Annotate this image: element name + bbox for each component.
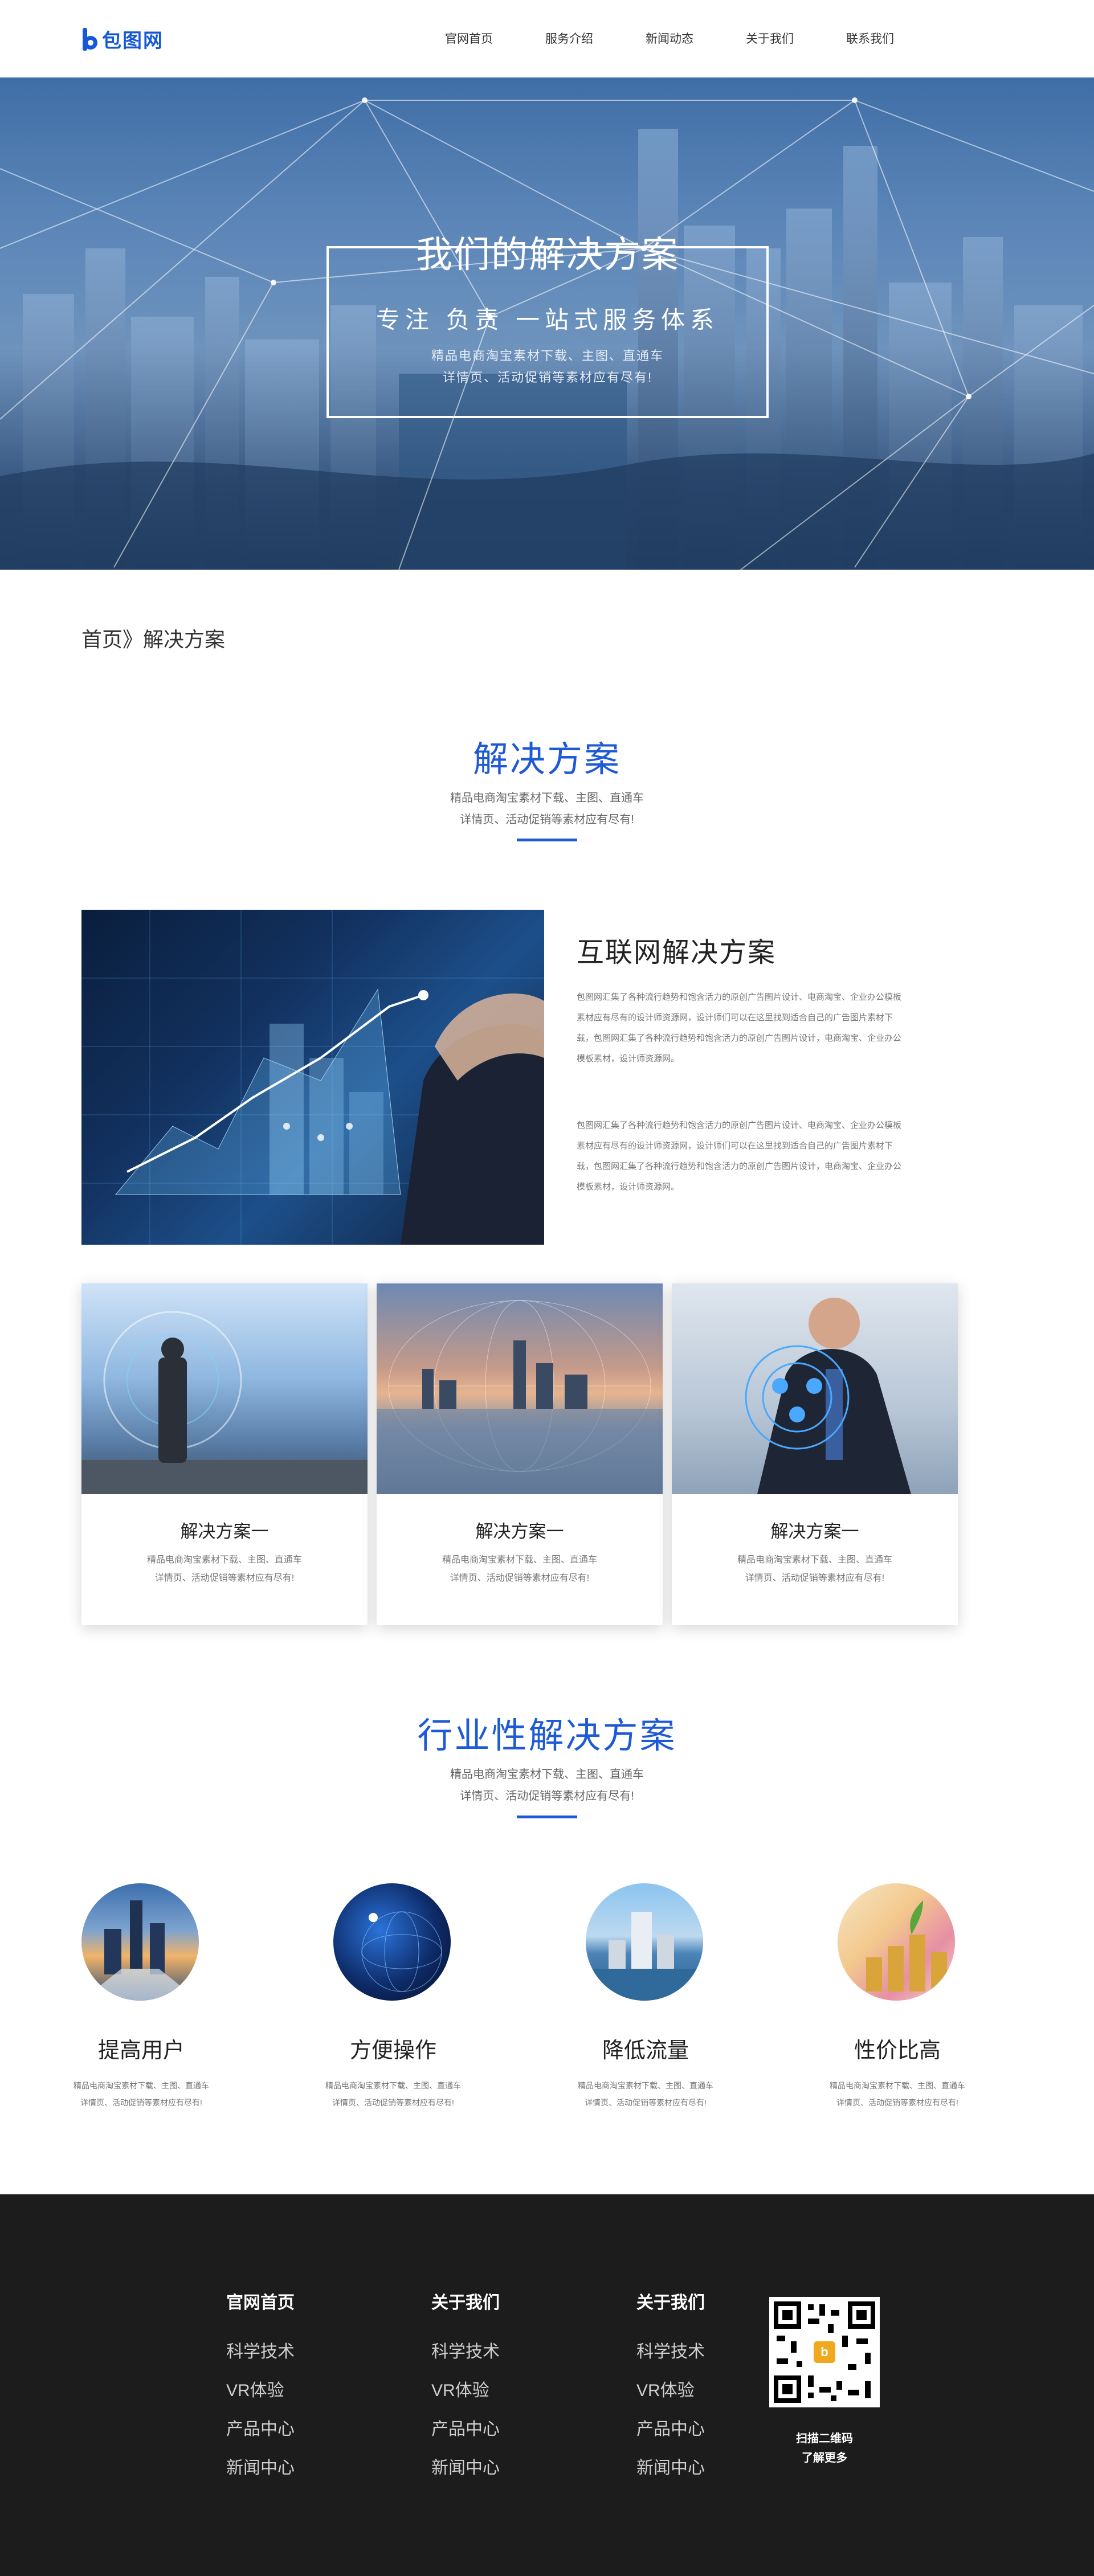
breadcrumb: 首页》解决方案 [81,623,225,653]
benefit-3-description: 精品电商淘宝素材下载、主图、直通车 详情页、活动促销等素材应有尽有! [578,2081,713,2107]
benefit-2-description: 精品电商淘宝素材下载、主图、直通车 详情页、活动促销等素材应有尽有! [325,2081,461,2107]
benefit-2-image [333,1883,451,2001]
solution-card-3[interactable]: 解决方案一 精品电商淘宝素材下载、主图、直通车 详情页、活动促销等素材应有尽有! [672,1283,958,1625]
footer-link[interactable]: VR体验 [636,2376,705,2415]
footer-link[interactable]: VR体验 [431,2376,500,2415]
solution-card-1-image [81,1283,368,1494]
footer-link[interactable]: 科学技术 [431,2337,500,2376]
solution-card-3-description: 精品电商淘宝素材下载、主图、直通车 详情页、活动促销等素材应有尽有! [737,1555,892,1583]
nav-item-about[interactable]: 关于我们 [720,30,820,47]
hero-text-frame: 我们的解决方案 专注 负责 一站式服务体系 精品电商淘宝素材下载、主图、直通车 … [326,234,769,418]
nav-item-news[interactable]: 新闻动态 [619,30,720,47]
solutions-description: 精品电商淘宝素材下载、主图、直通车 详情页、活动促销等素材应有尽有! [450,792,644,826]
internet-solution-image [81,910,544,1245]
footer-link[interactable]: 产品中心 [636,2415,705,2454]
nav-item-home[interactable]: 官网首页 [419,30,519,47]
footer-link[interactable]: 产品中心 [226,2415,295,2454]
solution-card-3-title: 解决方案一 [770,1522,859,1541]
benefit-4-image [838,1883,955,2001]
nav-item-contact[interactable]: 联系我们 [820,30,920,47]
breadcrumb-home[interactable]: 首页 [81,628,123,651]
solution-card-2-image [377,1283,663,1494]
solution-card-1-title: 解决方案一 [180,1522,269,1541]
footer-link[interactable]: 产品中心 [431,2415,500,2454]
hero-banner: 我们的解决方案 专注 负责 一站式服务体系 精品电商淘宝素材下载、主图、直通车 … [0,77,1094,570]
footer-column-2-title[interactable]: 关于我们 [431,2288,500,2312]
logo-b-icon [81,27,99,51]
logo[interactable]: 包图网 [81,25,164,53]
feature-paragraph-2: 包图网汇集了各种流行趋势和饱含活力的原创广告图片设计、电商淘宝、企业办公模板素材… [577,1121,902,1192]
solutions-title: 解决方案 [472,740,621,779]
footer-link[interactable]: 科学技术 [226,2337,295,2376]
benefit-1-title: 提高用户 [97,2039,185,2063]
footer-link[interactable]: 新闻中心 [226,2454,295,2492]
footer-link[interactable]: 科学技术 [636,2337,705,2376]
industry-title: 行业性解决方案 [417,1716,677,1756]
solution-card-2[interactable]: 解决方案一 精品电商淘宝素材下载、主图、直通车 详情页、活动促销等素材应有尽有! [377,1283,663,1625]
benefit-3-title: 降低流量 [602,2039,689,2063]
site-header: 包图网 官网首页 服务介绍 新闻动态 关于我们 联系我们 [0,0,1094,77]
svg-text:b: b [820,2345,828,2359]
footer-link[interactable]: 新闻中心 [636,2454,705,2492]
nav-item-services[interactable]: 服务介绍 [519,30,619,47]
industry-title-underline [517,1816,577,1818]
benefit-3-image [586,1883,703,2001]
benefit-1-description: 精品电商淘宝素材下载、主图、直通车 详情页、活动促销等素材应有尽有! [74,2081,209,2107]
solution-card-1[interactable]: 解决方案一 精品电商淘宝素材下载、主图、直通车 详情页、活动促销等素材应有尽有! [81,1283,368,1625]
benefit-1-image [81,1883,199,2001]
qr-code-image: b [769,2297,880,2407]
footer-column-1: 官网首页 科学技术 VR体验 产品中心 新闻中心 [226,2288,295,2492]
main-nav: 官网首页 服务介绍 新闻动态 关于我们 联系我们 [419,30,920,47]
solution-card-2-description: 精品电商淘宝素材下载、主图、直通车 详情页、活动促销等素材应有尽有! [442,1555,597,1583]
hero-title: 我们的解决方案 [416,234,679,275]
benefit-4-title: 性价比高 [854,2039,941,2063]
site-footer: 官网首页 科学技术 VR体验 产品中心 新闻中心 关于我们 科学技术 VR体验 … [0,2194,1094,2576]
hero-subtitle: 专注 负责 一站式服务体系 [375,306,720,333]
footer-column-1-title[interactable]: 官网首页 [226,2288,295,2312]
footer-column-2: 关于我们 科学技术 VR体验 产品中心 新闻中心 [431,2288,500,2492]
solution-card-3-image [672,1283,958,1494]
feature-title: 互联网解决方案 [577,938,777,968]
breadcrumb-separator: 》 [123,628,144,651]
footer-column-3: 关于我们 科学技术 VR体验 产品中心 新闻中心 [636,2288,705,2492]
breadcrumb-current: 解决方案 [143,628,226,651]
hero-description: 精品电商淘宝素材下载、主图、直通车 详情页、活动促销等素材应有尽有! [431,349,664,385]
solution-card-2-title: 解决方案一 [475,1522,564,1541]
footer-link[interactable]: 新闻中心 [431,2454,500,2492]
solution-card-1-description: 精品电商淘宝素材下载、主图、直通车 详情页、活动促销等素材应有尽有! [146,1555,302,1583]
industry-description: 精品电商淘宝素材下载、主图、直通车 详情页、活动促销等素材应有尽有! [450,1768,644,1802]
footer-link[interactable]: VR体验 [226,2376,295,2415]
solutions-title-underline [517,839,577,841]
footer-column-3-title[interactable]: 关于我们 [636,2288,705,2312]
logo-text: 包图网 [102,30,164,52]
qr-caption: 扫描二维码 了解更多 [796,2432,853,2464]
benefit-2-title: 方便操作 [349,2039,436,2063]
feature-paragraph-1: 包图网汇集了各种流行趋势和饱含活力的原创广告图片设计、电商淘宝、企业办公模板素材… [577,992,902,1064]
benefit-4-description: 精品电商淘宝素材下载、主图、直通车 详情页、活动促销等素材应有尽有! [830,2081,965,2107]
